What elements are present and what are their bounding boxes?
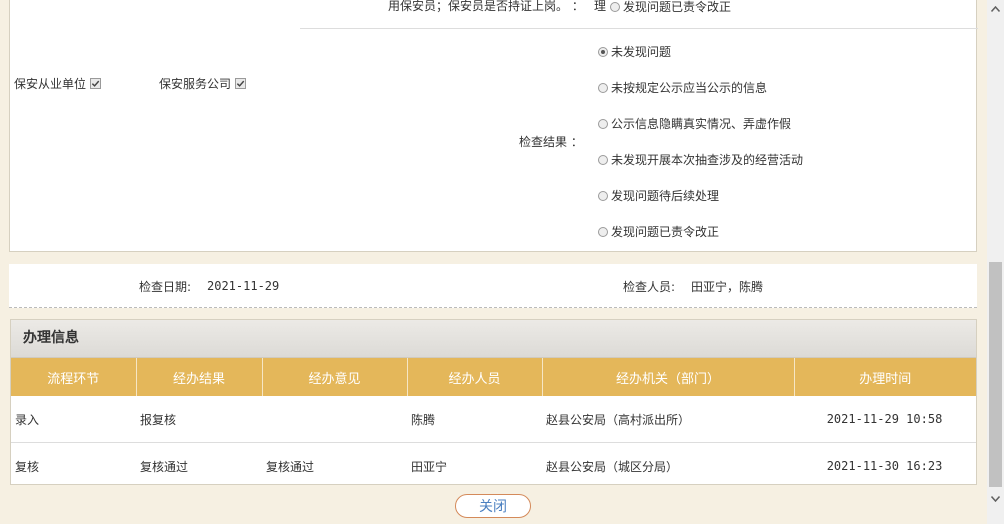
cell-result: 复核通过 xyxy=(140,459,189,474)
inspection-panel: 用保安员；保安员是否持证上岗。 ： 理 发现问题已责令改正 保安从业单位 保安服… xyxy=(9,0,978,252)
column-header: 经办意见 xyxy=(262,358,408,396)
unit-checkbox[interactable] xyxy=(90,78,102,89)
date-value: 2021-11-29 xyxy=(207,279,280,293)
result-option-corrected[interactable]: 发现问题已责令改正 xyxy=(598,223,719,240)
column-header: 经办结果 xyxy=(136,358,263,396)
cell-time: 2021-11-29 10:58 xyxy=(794,396,976,443)
scrollbar-thumb[interactable] xyxy=(989,262,1002,487)
processing-section: 办理信息 流程环节 经办结果 经办意见 经办人员 经办机关（部门） 办理时间 录… xyxy=(10,319,977,485)
inspection-item-label: 用保安员；保安员是否持证上岗。 ： xyxy=(388,0,584,13)
divider xyxy=(300,28,978,29)
column-header: 经办人员 xyxy=(407,358,543,396)
radio-label: 发现问题已责令改正 xyxy=(611,225,720,239)
top-item-option[interactable]: 发现问题已责令改正 xyxy=(610,0,731,15)
radio-button[interactable] xyxy=(598,154,608,165)
radio-label: 未发现问题 xyxy=(611,45,672,59)
chevron-up-icon[interactable] xyxy=(987,0,1004,17)
checkmark-icon xyxy=(91,80,100,87)
radio-label: 未按规定公示应当公示的信息 xyxy=(611,81,768,95)
column-header: 办理时间 xyxy=(794,358,976,396)
radio-button[interactable] xyxy=(598,82,608,93)
result-option-not-disclosed[interactable]: 未按规定公示应当公示的信息 xyxy=(598,79,767,96)
column-header: 经办机关（部门） xyxy=(542,358,795,396)
result-option-false-info[interactable]: 公示信息隐瞒真实情况、弄虚作假 xyxy=(598,115,791,132)
radio-label: 发现问题待后续处理 xyxy=(611,189,720,203)
unit-checkbox[interactable] xyxy=(235,78,247,89)
radio-button[interactable] xyxy=(610,1,620,12)
inspector-value: 田亚宁，陈腾 xyxy=(691,280,764,294)
processing-table: 流程环节 经办结果 经办意见 经办人员 经办机关（部门） 办理时间 录入 报复核… xyxy=(11,358,976,489)
cell-department: 赵县公安局（高村派出所） xyxy=(542,396,794,443)
cell-step: 录入 xyxy=(11,396,136,443)
radio-button[interactable] xyxy=(598,190,608,201)
table-row: 录入 报复核 陈腾 赵县公安局（高村派出所） 2021-11-29 10:58 xyxy=(11,396,976,443)
result-option-no-problem[interactable]: 未发现问题 xyxy=(598,43,671,60)
radio-label: 未发现开展本次抽查涉及的经营活动 xyxy=(611,153,804,167)
chevron-down-icon[interactable] xyxy=(987,490,1004,507)
result-option-pending[interactable]: 发现问题待后续处理 xyxy=(598,187,719,204)
inspection-item-suffix: 理 xyxy=(594,0,607,13)
cell-time: 2021-11-30 16:23 xyxy=(826,459,943,473)
unit-label: 保安从业单位 xyxy=(14,77,87,91)
radio-label: 公示信息隐瞒真实情况、弄虚作假 xyxy=(611,117,792,131)
cell-result: 报复核 xyxy=(136,396,262,443)
table-header-row: 流程环节 经办结果 经办意见 经办人员 经办机关（部门） 办理时间 xyxy=(11,358,976,396)
table-row: 复核 复核通过 复核通过 田亚宁 赵县公安局（城区分局） 2021-11-30 … xyxy=(11,443,976,490)
inspector-label: 检查人员: xyxy=(623,280,676,294)
vertical-scrollbar[interactable] xyxy=(987,0,1004,524)
result-label: 检查结果 ： xyxy=(519,135,583,149)
cell-step: 复核 xyxy=(15,459,40,474)
column-header: 流程环节 xyxy=(11,358,137,396)
unit-security-employer[interactable]: 保安从业单位 xyxy=(14,75,102,92)
cell-opinion xyxy=(262,396,407,443)
date-label: 检查日期: xyxy=(139,280,192,294)
cell-handler: 陈腾 xyxy=(407,396,542,443)
checkmark-icon xyxy=(236,80,245,87)
cell-department: 赵县公安局（城区分局） xyxy=(546,459,679,474)
radio-button[interactable] xyxy=(598,118,608,129)
cell-handler: 田亚宁 xyxy=(411,459,448,474)
result-option-no-activity[interactable]: 未发现开展本次抽查涉及的经营活动 xyxy=(598,151,803,168)
processing-title: 办理信息 xyxy=(11,320,976,358)
cell-opinion: 复核通过 xyxy=(266,459,315,474)
close-button[interactable]: 关闭 xyxy=(455,494,531,518)
radio-button[interactable] xyxy=(598,226,608,237)
unit-label: 保安服务公司 xyxy=(159,77,232,91)
radio-button[interactable] xyxy=(598,46,608,57)
unit-security-service-company[interactable]: 保安服务公司 xyxy=(159,75,247,92)
inspection-info-row: 检查日期: 2021-11-29 检查人员: 田亚宁，陈腾 xyxy=(9,264,977,308)
page: 用保安员；保安员是否持证上岗。 ： 理 发现问题已责令改正 保安从业单位 保安服… xyxy=(0,0,987,524)
radio-label: 发现问题已责令改正 xyxy=(623,0,732,14)
